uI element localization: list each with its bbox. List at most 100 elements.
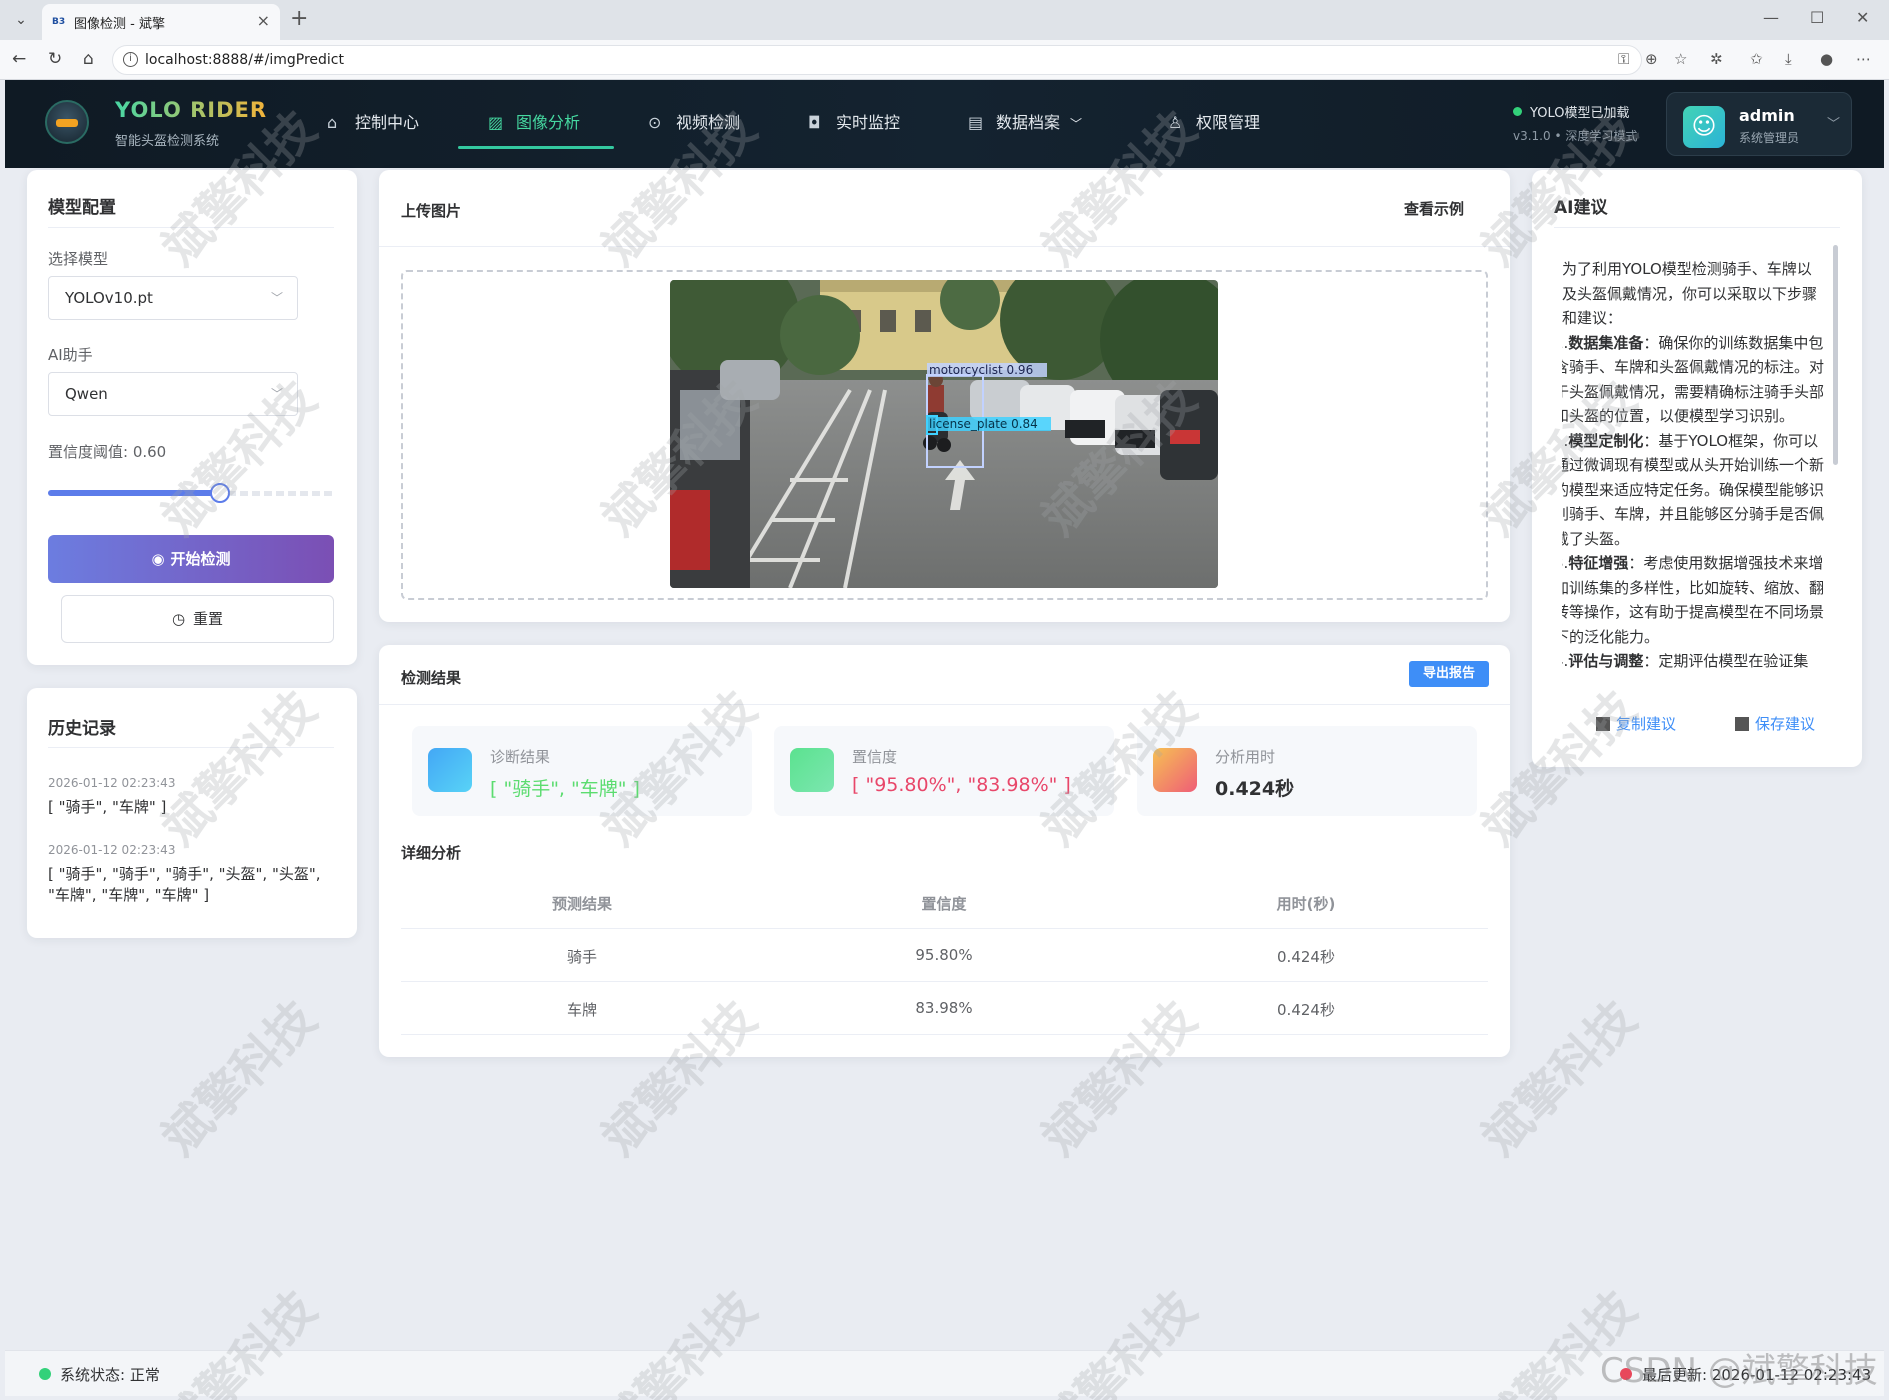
brand-subtitle: 智能头盔检测系统 <box>115 134 220 149</box>
watermark-text: 斌擎科技 <box>151 990 328 1167</box>
reload-icon[interactable]: ↻ <box>48 49 62 69</box>
model-status: YOLO模型已加载 <box>1530 106 1630 121</box>
stat-label: 分析用时 <box>1215 748 1276 766</box>
history-item[interactable]: [ "骑手", "骑手", "骑手", "头盔", "头盔", "车牌", "车… <box>48 864 338 906</box>
download-icon[interactable]: ⤓ <box>1785 50 1792 68</box>
zoom-icon[interactable]: ⊕ <box>1645 50 1658 68</box>
url-field[interactable]: i localhost:8888/#/imgPredict <box>112 45 1642 75</box>
brand-title: YOLO RIDER <box>115 98 268 122</box>
divider <box>401 1034 1488 1035</box>
tab-list-icon[interactable]: ⌄ <box>8 9 34 31</box>
view-example-link[interactable]: 查看示例 <box>1404 198 1464 219</box>
maximize-icon[interactable]: ☐ <box>1810 8 1824 27</box>
scan-icon: ◉ <box>151 550 165 568</box>
start-detection-button[interactable]: ◉ 开始检测 <box>48 535 334 583</box>
model-select-value: YOLOv10.pt <box>65 289 153 307</box>
chevron-down-icon: ﹀ <box>270 291 283 305</box>
play-circle-icon: ⊙ <box>648 113 662 132</box>
user-menu[interactable]: ☺ admin 系统管理员 ﹀ <box>1666 92 1852 156</box>
home-page-icon[interactable]: ⌂ <box>83 49 94 69</box>
helmet-logo-icon <box>45 100 89 144</box>
diagnosis-icon <box>428 748 472 792</box>
close-tab-icon[interactable]: × <box>257 11 270 30</box>
model-config-card <box>27 170 357 665</box>
save-label: 保存建议 <box>1755 715 1816 733</box>
app-header: YOLO RIDER 智能头盔检测系统 ⌂ 控制中心 ▨ 图像分析 ⊙ 视频检测 ◘ 实… <box>5 80 1884 168</box>
divider <box>379 246 1510 247</box>
ai-intro: 为了利用YOLO模型检测骑手、车牌以及头盔佩戴情况，你可以采取以下步骤和建议： <box>1562 260 1818 327</box>
favorites-icon[interactable]: ✩ <box>1750 50 1763 68</box>
extensions-icon[interactable]: ✲ <box>1710 50 1723 68</box>
model-select[interactable]: YOLOv10.pt ﹀ <box>48 276 298 320</box>
chevron-down-icon: ﹀ <box>1070 117 1083 131</box>
stat-label: 置信度 <box>852 748 898 766</box>
table-cell: 车牌 <box>566 1001 597 1019</box>
threshold-slider-thumb[interactable] <box>209 483 230 503</box>
nav-data-archive[interactable]: ▤ 数据档案 ﹀ <box>968 109 1082 139</box>
chevron-down-icon: ﹀ <box>270 387 283 401</box>
table-cell: 0.424秒 <box>1277 948 1335 966</box>
history-item[interactable]: [ "骑手", "车牌" ] <box>48 797 338 818</box>
profile-icon[interactable]: ● <box>1820 50 1833 68</box>
url-text: localhost:8888/#/imgPredict <box>145 52 344 68</box>
csdn-watermark: CSDN @斌擎科技 <box>1600 1351 1878 1391</box>
ai-select-label: AI助手 <box>48 346 93 364</box>
model-select-label: 选择模型 <box>48 250 109 268</box>
confidence-icon <box>790 748 834 792</box>
ai-assistant-select[interactable]: Qwen ﹀ <box>48 372 298 416</box>
upload-title: 上传图片 <box>401 202 462 220</box>
minimize-icon[interactable]: — <box>1763 8 1779 27</box>
nav-label: 视频检测 <box>676 113 741 132</box>
table-header: 置信度 <box>921 895 967 913</box>
table-cell: 骑手 <box>566 948 597 966</box>
model-config-title: 模型配置 <box>48 198 116 218</box>
nav-label: 数据档案 <box>996 113 1061 132</box>
copy-suggestion-button[interactable]: 复制建议 <box>1596 713 1676 734</box>
table-cell: 83.98% <box>915 999 973 1017</box>
ai-point-head: 特征增强 <box>1568 554 1629 572</box>
nav-realtime-monitor[interactable]: ◘ 实时监控 <box>808 109 900 139</box>
model-version: v3.1.0 • 深度学习模式 <box>1513 129 1638 143</box>
nav-video-detection[interactable]: ⊙ 视频检测 <box>648 109 740 139</box>
more-icon[interactable]: ⋯ <box>1856 50 1871 68</box>
favorite-star-icon[interactable]: ☆ <box>1674 50 1687 68</box>
camera-icon: ◘ <box>808 113 821 132</box>
favicon-icon: B3 <box>52 17 66 27</box>
active-nav-indicator <box>458 146 614 149</box>
divider <box>379 704 1510 705</box>
system-status: 系统状态: 正常 <box>60 1366 160 1384</box>
divider <box>401 981 1488 982</box>
tab-title: 图像检测 - 斌擎 <box>74 17 165 32</box>
nav-control-center[interactable]: ⌂ 控制中心 <box>327 109 419 139</box>
window-close-icon[interactable]: ✕ <box>1856 8 1869 27</box>
image-icon: ▨ <box>488 113 504 132</box>
user-name: admin <box>1739 106 1795 125</box>
back-icon[interactable]: ← <box>12 49 26 69</box>
status-dot <box>39 1368 51 1380</box>
divider <box>401 928 1488 929</box>
ai-scrollbar[interactable] <box>1833 245 1838 465</box>
address-bar: ← ↻ ⌂ i localhost:8888/#/imgPredict ⚿ ⊕ … <box>0 40 1889 80</box>
browser-tab[interactable]: B3 图像检测 - 斌擎 × <box>42 4 280 40</box>
reset-button[interactable]: ◷ 重置 <box>61 595 334 643</box>
divider <box>48 747 334 748</box>
detail-title: 详细分析 <box>401 844 462 862</box>
ai-suggestion-text: 为了利用YOLO模型检测骑手、车牌以及头盔佩戴情况，你可以采取以下步骤和建议： … <box>1562 257 1824 687</box>
save-suggestion-button[interactable]: 保存建议 <box>1735 713 1815 734</box>
user-role: 系统管理员 <box>1739 131 1800 145</box>
nav-image-analysis[interactable]: ▨ 图像分析 <box>488 109 580 139</box>
nav-permission[interactable]: ♙ 权限管理 <box>1168 109 1260 139</box>
table-cell: 95.80% <box>915 946 973 964</box>
avatar: ☺ <box>1683 106 1725 148</box>
results-title: 检测结果 <box>401 669 462 687</box>
new-tab-icon[interactable]: + <box>290 6 308 31</box>
results-card <box>379 645 1510 1057</box>
site-info-icon[interactable]: i <box>123 52 138 67</box>
history-time: 2026-01-12 02:23:43 <box>48 843 176 857</box>
export-report-button[interactable]: 导出报告 <box>1409 661 1489 687</box>
detection-result-image: motorcyclist 0.96 license_plate 0.84 <box>670 280 1218 588</box>
ai-title: AI建议 <box>1554 198 1608 218</box>
table-cell: 0.424秒 <box>1277 1001 1335 1019</box>
model-status-dot <box>1513 107 1522 116</box>
key-icon[interactable]: ⚿ <box>1618 50 1629 68</box>
